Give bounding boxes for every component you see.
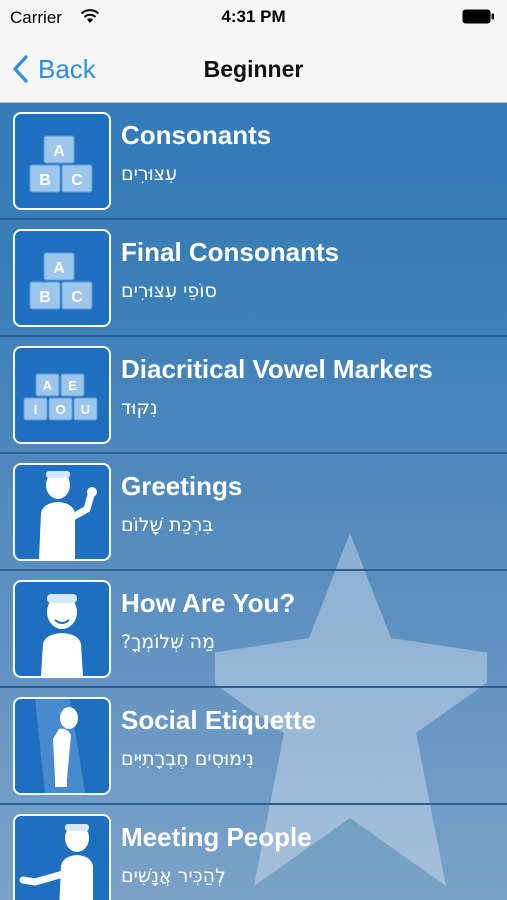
block-letter: A: [53, 143, 65, 160]
list-item[interactable]: Greetings בִּרְכַּת שָׁלוֹם: [0, 454, 507, 571]
item-subtitle: ?מַה שְּׁלוֹמְךָ: [121, 631, 215, 653]
list-item[interactable]: A E I O U Diacritical Vowel Markers נִקּ…: [0, 337, 507, 454]
list-item[interactable]: A B C Final Consonants סוֹפֵי עִצּוּרִים: [0, 220, 507, 337]
item-title: Social Etiquette: [121, 705, 317, 735]
item-subtitle: נִקּוּד: [121, 397, 158, 419]
bowing-person-icon: [13, 697, 111, 795]
clock: 4:31 PM: [221, 7, 286, 26]
list-item[interactable]: How Are You? ?מַה שְּׁלוֹמְךָ: [0, 571, 507, 688]
item-subtitle: עִצּוּרִים: [121, 163, 178, 185]
battery-icon: [462, 9, 494, 24]
lesson-list: A B C Consonants עִצּוּרִים A B C Final …: [0, 103, 507, 900]
item-title: Final Consonants: [121, 237, 340, 267]
status-bar: Carrier 4:31 PM: [0, 0, 507, 36]
block-letter: U: [81, 402, 90, 417]
list-item[interactable]: Social Etiquette נִימוּסִים חֶבְרָתִיִּי…: [0, 688, 507, 805]
item-title: Diacritical Vowel Markers: [121, 354, 433, 384]
waving-person-icon: [13, 463, 111, 561]
abc-blocks-icon: A B C: [13, 112, 111, 210]
abc-blocks-icon: A B C: [13, 229, 111, 327]
block-letter: A: [43, 378, 53, 393]
list-item[interactable]: A B C Consonants עִצּוּרִים: [0, 103, 507, 220]
block-letter: B: [39, 172, 51, 189]
smiling-person-icon: [13, 580, 111, 678]
item-subtitle: נִימוּסִים חֶבְרָתִיִּים: [121, 748, 254, 770]
navigation-bar: Back Beginner: [0, 36, 507, 103]
item-title: Greetings: [121, 471, 243, 501]
block-letter: I: [34, 402, 38, 417]
item-title: Meeting People: [121, 822, 312, 852]
block-letter: C: [71, 172, 83, 189]
block-letter: A: [53, 260, 65, 277]
page-title: Beginner: [203, 56, 304, 82]
block-letter: E: [68, 378, 77, 393]
item-subtitle: סוֹפֵי עִצּוּרִים: [121, 280, 217, 302]
item-subtitle: לְהַכִּיר אֲנָשִׁים: [121, 865, 226, 887]
block-letter: O: [55, 402, 65, 417]
item-title: Consonants: [121, 120, 272, 150]
item-subtitle: בִּרְכַּת שָׁלוֹם: [121, 514, 214, 536]
handshake-person-icon: [13, 814, 111, 900]
block-letter: B: [39, 289, 51, 306]
block-letter: C: [71, 289, 83, 306]
list-item[interactable]: Meeting People לְהַכִּיר אֲנָשִׁים: [0, 805, 507, 900]
screen: Carrier 4:31 PM Back Beginner A B C Cons…: [0, 0, 507, 900]
item-title: How Are You?: [121, 588, 296, 618]
vowel-blocks-icon: A E I O U: [13, 346, 111, 444]
